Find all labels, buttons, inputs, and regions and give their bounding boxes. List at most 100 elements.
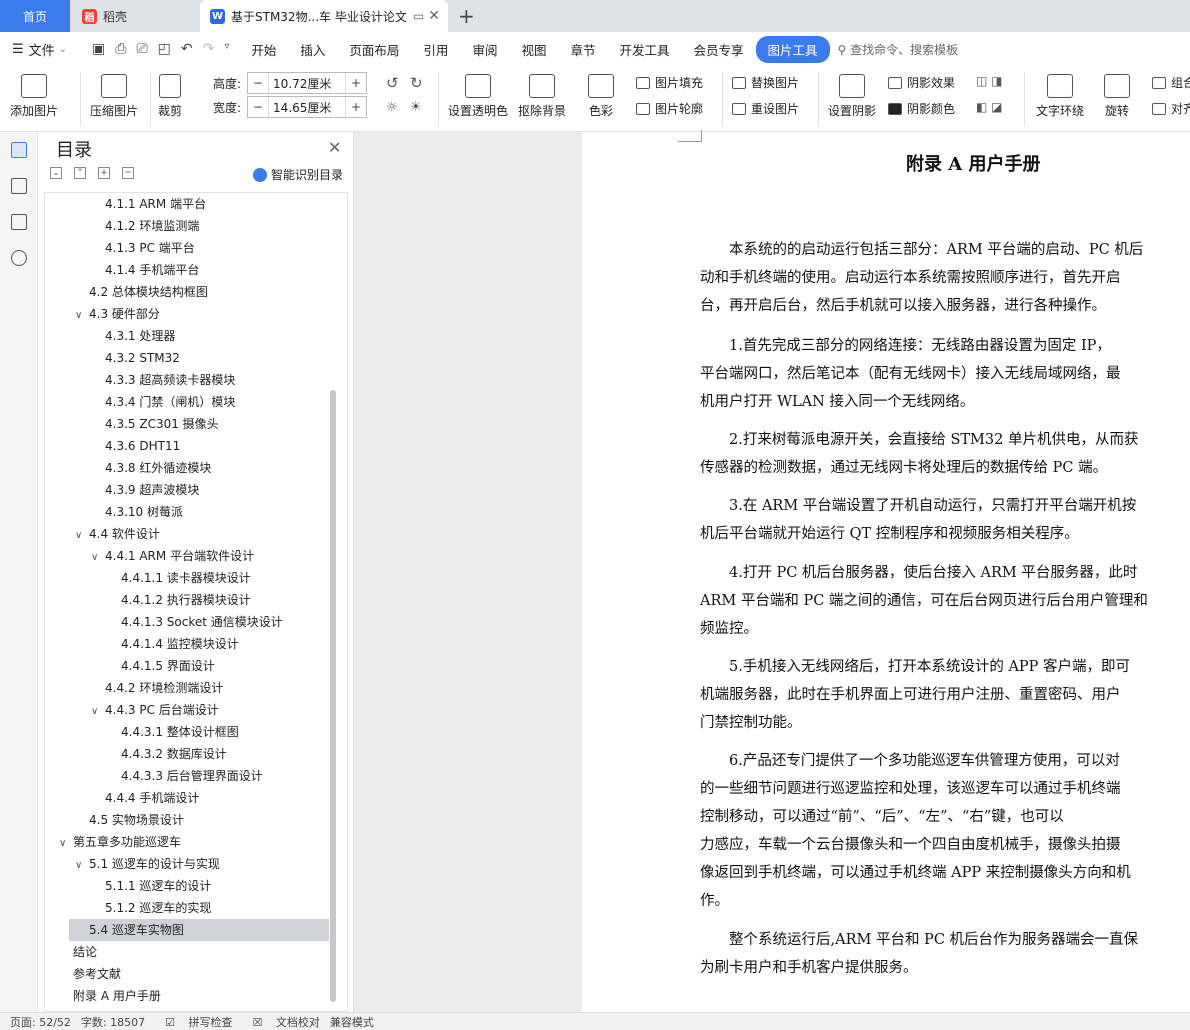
toc-item[interactable]: 参考文献 bbox=[45, 963, 335, 985]
toc-item[interactable]: ∨ 4.4.3 PC 后台端设计 bbox=[45, 699, 335, 721]
rotate-button[interactable]: 旋转 bbox=[1104, 74, 1130, 119]
toc-item[interactable]: 4.4.3.2 数据库设计 bbox=[45, 743, 335, 765]
toc-scrollbar[interactable] bbox=[330, 390, 336, 1002]
tab-docer[interactable]: 稻稻壳 bbox=[72, 0, 197, 32]
menu-references[interactable]: 引用 bbox=[411, 40, 460, 59]
close-tab-icon[interactable]: ✕ bbox=[428, 8, 440, 24]
width-increase[interactable]: + bbox=[346, 100, 366, 114]
word-count[interactable]: 字数: 18507 bbox=[81, 1014, 145, 1030]
proofread-toggle[interactable]: ☒ 文档校对 bbox=[242, 1014, 319, 1030]
shadow-nudge-icon[interactable]: ◫ ◨ bbox=[976, 74, 1003, 88]
file-menu[interactable]: ☰ 文件 ⌄ bbox=[0, 40, 82, 59]
toc-item[interactable]: 4.4.3.3 后台管理界面设计 bbox=[45, 765, 335, 787]
print-icon[interactable]: ⎚ bbox=[136, 41, 147, 57]
toc-item[interactable]: 4.3.5 ZC301 摄像头 bbox=[45, 413, 335, 435]
chevron-down-icon[interactable]: ∨ bbox=[75, 305, 89, 327]
toc-item[interactable]: 4.1.2 环境监测端 bbox=[45, 215, 335, 237]
text-wrap-button[interactable]: 文字环绕 bbox=[1036, 74, 1084, 119]
undo-icon[interactable]: ↶ bbox=[181, 41, 193, 57]
toc-item[interactable]: 4.3.2 STM32 bbox=[45, 347, 335, 369]
toc-icon[interactable] bbox=[11, 142, 27, 158]
paragraph[interactable]: 本系统的的启动运行包括三部分：ARM 平台端的启动、PC 机后 动和手机终端的使… bbox=[700, 236, 1190, 320]
crop-button[interactable]: 裁剪 bbox=[158, 74, 182, 119]
toc-item[interactable]: 4.4.1.4 监控模块设计 bbox=[45, 633, 335, 655]
toc-item[interactable]: 4.4.1.1 读卡器模块设计 bbox=[45, 567, 335, 589]
rotate-left-icon[interactable]: ↺ bbox=[386, 74, 399, 92]
command-search[interactable]: ⚲ 查找命令、搜索模板 bbox=[838, 41, 959, 58]
toc-item[interactable]: 4.3.6 DHT11 bbox=[45, 435, 335, 457]
spell-check-toggle[interactable]: ☑ 拼写检查 bbox=[155, 1014, 232, 1030]
toc-item[interactable]: 4.1.4 手机端平台 bbox=[45, 259, 335, 281]
height-decrease[interactable]: − bbox=[248, 76, 268, 90]
toc-item[interactable]: 附录 A 用户手册 bbox=[45, 985, 335, 1007]
bookmark-icon[interactable] bbox=[11, 214, 27, 230]
rotate-right-icon[interactable]: ↻ bbox=[410, 74, 423, 92]
chevron-down-icon[interactable]: ∨ bbox=[91, 701, 105, 723]
save-icon[interactable]: ▣ bbox=[92, 41, 105, 57]
chapter-icon[interactable] bbox=[11, 178, 27, 194]
tab-document[interactable]: W 基于STM32物...车 毕业设计论文 ▭ ✕ bbox=[200, 0, 448, 32]
toc-item[interactable]: 4.4.1.3 Socket 通信模块设计 bbox=[45, 611, 335, 633]
height-input[interactable]: 10.72厘米 bbox=[268, 73, 347, 93]
paragraph[interactable]: 整个系统运行后,ARM 平台和 PC 机后台作为服务器端会一直保 为刷卡用户和手… bbox=[700, 926, 1190, 982]
toc-item[interactable]: ∨ 4.3 硬件部分 bbox=[45, 303, 335, 325]
close-icon[interactable]: ✕ bbox=[328, 138, 341, 157]
set-transparent-button[interactable]: 设置透明色 bbox=[448, 74, 508, 119]
shadow-effect-button[interactable]: 阴影效果 bbox=[888, 74, 955, 91]
paragraph[interactable]: 3.在 ARM 平台端设置了开机自动运行，只需打开平台端开机按 机后平台端就开始… bbox=[700, 492, 1190, 548]
menu-view[interactable]: 视图 bbox=[509, 40, 558, 59]
chevron-down-icon[interactable]: ∨ bbox=[59, 833, 73, 855]
smart-toc-button[interactable]: 智能识别目录 bbox=[253, 166, 343, 183]
menu-insert[interactable]: 插入 bbox=[288, 40, 337, 59]
collapse-all-icon[interactable]: ⌄ bbox=[50, 167, 62, 179]
toc-item[interactable]: ∨ 4.4 软件设计 bbox=[45, 523, 335, 545]
toc-item[interactable]: 4.1.1 ARM 端平台 bbox=[45, 193, 335, 215]
paragraph[interactable]: 5.手机接入无线网络后，打开本系统设计的 APP 客户端，即可 机端服务器，此时… bbox=[700, 653, 1190, 737]
more-icon[interactable]: ▿ bbox=[224, 41, 229, 57]
chevron-down-icon[interactable]: ∨ bbox=[91, 547, 105, 569]
toc-item[interactable]: 5.1.1 巡逻车的设计 bbox=[45, 875, 335, 897]
toc-item[interactable]: 4.3.1 处理器 bbox=[45, 325, 335, 347]
paragraph[interactable]: 4.打开 PC 机后台服务器，使后台接入 ARM 平台服务器，此时 ARM 平台… bbox=[700, 559, 1190, 643]
add-picture-button[interactable]: 添加图片 bbox=[10, 74, 58, 119]
toc-item[interactable]: 4.4.1.5 界面设计 bbox=[45, 655, 335, 677]
expand-all-icon[interactable]: ⌃ bbox=[74, 167, 86, 179]
print-preview-icon[interactable]: ◰ bbox=[158, 41, 171, 57]
replace-picture-button[interactable]: 替换图片 bbox=[732, 74, 799, 91]
page-count[interactable]: 页面: 52/52 bbox=[10, 1014, 71, 1030]
picture-fill-button[interactable]: 图片填充 bbox=[636, 74, 703, 91]
menu-start[interactable]: 开始 bbox=[239, 40, 288, 59]
menu-page-layout[interactable]: 页面布局 bbox=[337, 40, 411, 59]
add-heading-icon[interactable]: + bbox=[98, 167, 110, 179]
align-button[interactable]: 对齐 bbox=[1152, 100, 1190, 117]
paragraph[interactable]: 2.打来树莓派电源开关，会直接给 STM32 单片机供电，从而获 传感器的检测数… bbox=[700, 426, 1190, 482]
toc-item[interactable]: 4.5 实物场景设计 bbox=[45, 809, 335, 831]
paragraph[interactable]: 6.产品还专门提供了一个多功能巡逻车供管理方使用，可以对 的一些细节问题进行巡逻… bbox=[700, 747, 1190, 915]
toc-item[interactable]: 4.2 总体模块结构框图 bbox=[45, 281, 335, 303]
toc-item[interactable]: 4.3.3 超高频读卡器模块 bbox=[45, 369, 335, 391]
chevron-down-icon[interactable]: ∨ bbox=[75, 525, 89, 547]
remove-background-button[interactable]: 抠除背景 bbox=[518, 74, 566, 119]
toc-item[interactable]: 4.4.2 环境检测端设计 bbox=[45, 677, 335, 699]
search-icon[interactable] bbox=[11, 250, 27, 266]
chevron-down-icon[interactable]: ∨ bbox=[75, 855, 89, 877]
toc-item[interactable]: 4.4.3.1 整体设计框图 bbox=[45, 721, 335, 743]
width-decrease[interactable]: − bbox=[248, 100, 268, 114]
toc-item[interactable]: ∨ 5.1 巡逻车的设计与实现 bbox=[45, 853, 335, 875]
toc-item[interactable]: ∨ 第五章多功能巡逻车 bbox=[45, 831, 335, 853]
screen-icon[interactable]: ▭ bbox=[413, 9, 424, 23]
toc-item[interactable]: 5.1.2 巡逻车的实现 bbox=[45, 897, 335, 919]
toc-item[interactable]: 4.3.8 红外循迹模块 bbox=[45, 457, 335, 479]
toc-item-selected[interactable]: 5.4 巡逻车实物图 bbox=[69, 919, 329, 941]
shadow-color-button[interactable]: 阴影颜色 bbox=[888, 100, 955, 117]
toc-item[interactable]: ∨ 4.4.1 ARM 平台端软件设计 bbox=[45, 545, 335, 567]
toc-item[interactable]: 4.3.9 超声波模块 bbox=[45, 479, 335, 501]
picture-outline-button[interactable]: 图片轮廓 bbox=[636, 100, 703, 117]
group-button[interactable]: 组合 bbox=[1152, 74, 1190, 91]
redo-icon[interactable]: ↷ bbox=[203, 41, 215, 57]
brightness-icon[interactable]: ☼ bbox=[386, 100, 398, 115]
color-button[interactable]: 色彩 bbox=[588, 74, 614, 119]
toc-item[interactable]: 4.4.4 手机端设计 bbox=[45, 787, 335, 809]
menu-picture-tools[interactable]: 图片工具 bbox=[755, 35, 830, 63]
shadow-nudge-icon[interactable]: ◧ ◪ bbox=[976, 100, 1003, 114]
